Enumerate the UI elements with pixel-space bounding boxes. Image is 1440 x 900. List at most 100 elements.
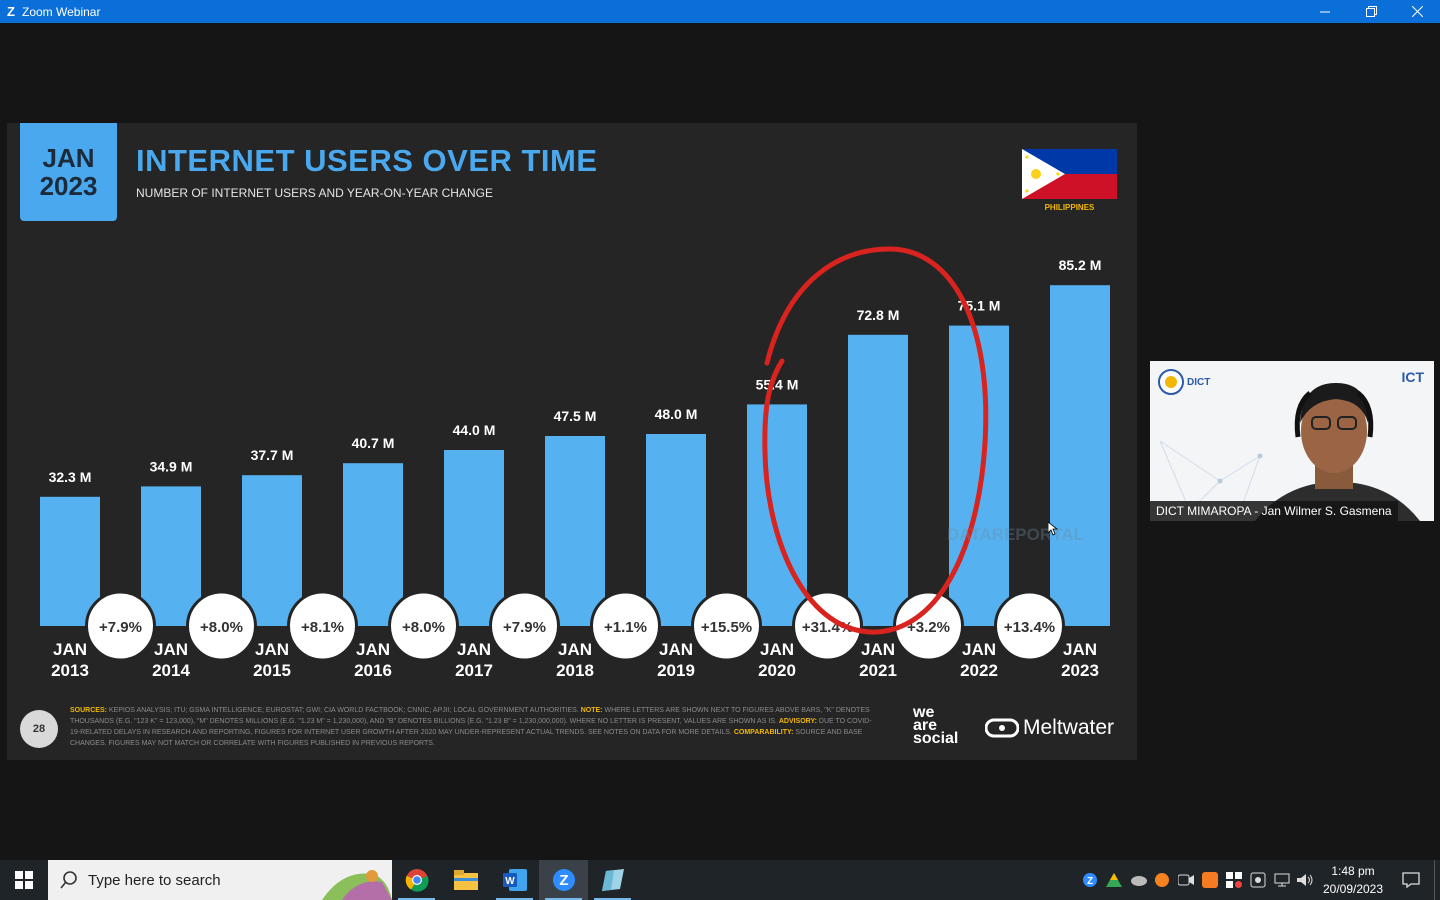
windows-logo-icon <box>15 871 33 889</box>
bar <box>141 486 201 626</box>
taskbar-zoom[interactable]: Z <box>539 860 588 900</box>
note-label: NOTE: <box>580 707 603 714</box>
category-label-month: JAN <box>356 640 390 659</box>
tray-app-icon[interactable] <box>1198 860 1222 900</box>
notification-icon <box>1402 872 1420 888</box>
dict-logo: DICT <box>1158 369 1210 395</box>
chrome-icon <box>405 869 429 892</box>
taskbar-notes[interactable] <box>588 860 637 900</box>
bar <box>1050 285 1110 626</box>
start-button[interactable] <box>0 860 48 900</box>
bar-value-label: 72.8 M <box>857 307 900 323</box>
window-controls <box>1302 0 1440 23</box>
close-button[interactable] <box>1394 0 1440 23</box>
yoy-change-label: +15.5% <box>701 619 752 636</box>
category-label-year: 2014 <box>152 661 190 680</box>
volume-icon[interactable] <box>1294 860 1318 900</box>
search-placeholder: Type here to search <box>88 871 221 889</box>
participant-name: DICT MIMAROPA - Jan Wilmer S. Gasmena <box>1150 501 1398 521</box>
webinar-stage: JAN 2023 INTERNET USERS OVER TIME NUMBER… <box>0 23 1440 860</box>
meltwater-logo: Meltwater <box>985 716 1114 740</box>
search-highlight-illustration <box>322 870 392 900</box>
show-desktop-button[interactable] <box>1434 860 1440 900</box>
tray-security-icon[interactable] <box>1222 860 1246 900</box>
advisory-label: ADVISORY: <box>778 718 817 725</box>
file-explorer-icon <box>453 870 478 890</box>
internet-users-bar-chart: 32.3 M JAN 2013 34.9 M JAN 2014 37.7 M JAN 2015 4… <box>40 246 1110 680</box>
yoy-change-label: +8.1% <box>301 619 344 636</box>
shared-slide: JAN 2023 INTERNET USERS OVER TIME NUMBER… <box>7 123 1137 760</box>
dict-logo-text: DICT <box>1187 376 1211 388</box>
category-label-year: 2020 <box>758 661 796 680</box>
window-titlebar: Z Zoom Webinar <box>0 0 1440 23</box>
tray-zoom-icon[interactable]: Z <box>1078 860 1102 900</box>
category-label-month: JAN <box>962 640 996 659</box>
category-label-month: JAN <box>457 640 491 659</box>
category-label-year: 2022 <box>960 661 998 680</box>
taskbar-word[interactable]: W <box>490 860 539 900</box>
clock-time: 1:48 pm <box>1331 864 1375 878</box>
comparability-label: COMPARABILITY: <box>733 729 794 736</box>
yoy-change-label: +13.4% <box>1004 619 1055 636</box>
category-label-year: 2019 <box>657 661 695 680</box>
bar <box>242 475 302 626</box>
taskbar-clock[interactable]: 1:48 pm 20/09/2023 <box>1318 862 1388 898</box>
meltwater-text: Meltwater <box>1023 716 1115 739</box>
bar-value-label: 40.7 M <box>352 435 395 451</box>
yoy-change-label: +7.9% <box>99 619 142 636</box>
minimize-button[interactable] <box>1302 0 1348 23</box>
bar <box>848 334 908 626</box>
word-icon: W <box>502 869 527 891</box>
sources-label: SOURCES: <box>70 707 107 714</box>
bar-value-label: 34.9 M <box>150 458 193 474</box>
yoy-change-label: +7.9% <box>503 619 546 636</box>
taskbar-search[interactable]: Type here to search <box>48 860 392 900</box>
logo-social: social <box>913 730 959 747</box>
tray-meet-icon[interactable] <box>1174 860 1198 900</box>
windows-taskbar: Type here to search W Z Z 1:48 pm 20/09/… <box>0 860 1440 900</box>
category-label-year: 2016 <box>354 661 392 680</box>
window-title: Zoom Webinar <box>22 4 101 19</box>
category-label-year: 2023 <box>1061 661 1099 680</box>
page-number-badge: 28 <box>20 710 58 748</box>
we-are-social-logo: we are social <box>913 705 959 747</box>
minimize-icon <box>1320 11 1330 12</box>
category-label-year: 2017 <box>455 661 493 680</box>
bar <box>444 450 504 626</box>
category-label-year: 2021 <box>859 661 897 680</box>
category-label-year: 2018 <box>556 661 594 680</box>
yoy-change-label: +8.0% <box>402 619 445 636</box>
tray-onedrive-icon[interactable] <box>1126 860 1150 900</box>
tray-update-icon[interactable] <box>1246 860 1270 900</box>
category-label-year: 2015 <box>253 661 291 680</box>
taskbar-chrome[interactable] <box>392 860 441 900</box>
tray-avast-icon[interactable] <box>1150 860 1174 900</box>
category-label-month: JAN <box>861 640 895 659</box>
sources-footnote: SOURCES: KEPIOS ANALYSIS; ITU; GSMA INTE… <box>70 705 880 749</box>
restore-button[interactable] <box>1348 0 1394 23</box>
category-label-month: JAN <box>558 640 592 659</box>
category-label-month: JAN <box>659 640 693 659</box>
notes-icon <box>601 869 624 891</box>
bar <box>646 434 706 626</box>
network-icon[interactable] <box>1270 860 1294 900</box>
clock-date: 20/09/2023 <box>1322 882 1384 896</box>
participant-video[interactable]: DICT ICT DICT MIMAROPA - Jan Wilmer S. G… <box>1150 361 1434 521</box>
bar-value-label: 32.3 M <box>49 469 92 485</box>
bar-value-label: 47.5 M <box>554 408 597 424</box>
category-label-month: JAN <box>154 640 188 659</box>
search-icon <box>60 871 77 889</box>
svg-text:W: W <box>505 876 515 887</box>
bar <box>949 325 1009 626</box>
bar-value-label: 48.0 M <box>655 406 698 422</box>
category-label-month: JAN <box>255 640 289 659</box>
ict-month-logo: ICT <box>1401 369 1424 385</box>
tray-drive-icon[interactable] <box>1102 860 1126 900</box>
bar <box>343 463 403 626</box>
mouse-cursor-icon <box>1048 522 1058 536</box>
taskbar-file-explorer[interactable] <box>441 860 490 900</box>
bar-value-label: 37.7 M <box>251 447 294 463</box>
yoy-change-label: +8.0% <box>200 619 243 636</box>
yoy-change-label: +1.1% <box>604 619 647 636</box>
action-center-button[interactable] <box>1388 860 1434 900</box>
